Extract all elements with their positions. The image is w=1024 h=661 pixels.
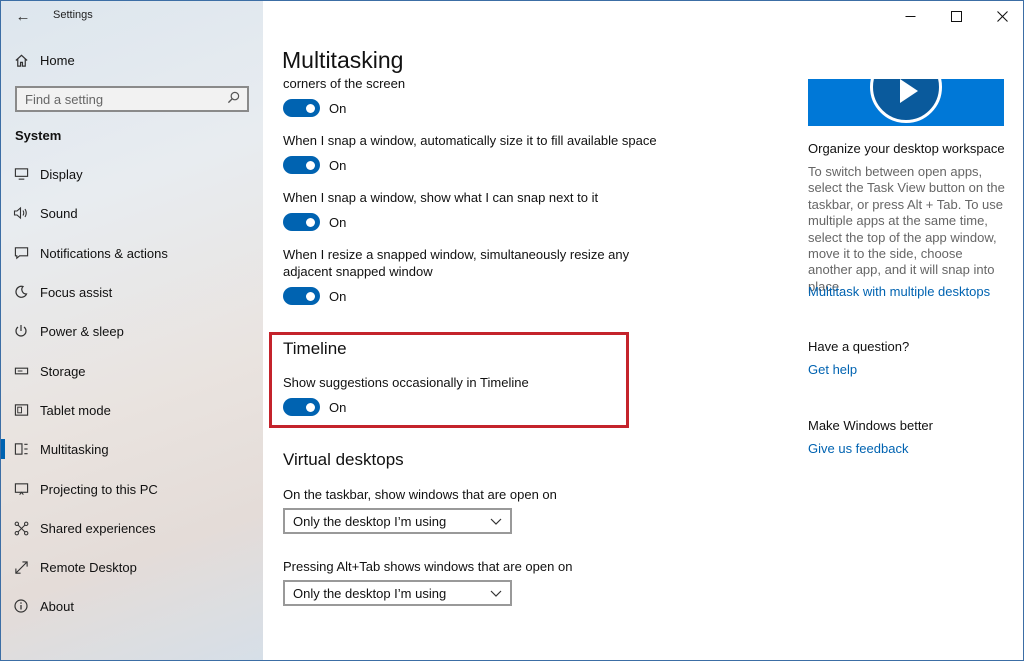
timeline-toggle-row: On [283, 397, 346, 417]
back-arrow-icon: ← [15, 7, 31, 25]
sidebar-item-label: Power & sleep [40, 323, 124, 339]
chevron-down-icon [490, 518, 502, 525]
play-icon [900, 79, 918, 103]
snap-toggle-row-2: On [283, 155, 346, 175]
sidebar-item-display[interactable]: Display [1, 156, 263, 192]
back-button[interactable]: ← [9, 5, 37, 27]
toggle-state-label: On [329, 288, 347, 304]
get-help-link[interactable]: Get help [808, 362, 857, 377]
sidebar-item-shared-experiences[interactable]: Shared experiences [1, 510, 263, 546]
toggle-switch[interactable] [283, 398, 320, 416]
toggle-switch[interactable] [283, 156, 320, 174]
nav-home[interactable]: Home [1, 42, 263, 78]
snap-setting-label: When I snap a window, show what I can sn… [283, 190, 599, 205]
search-icon[interactable] [227, 91, 241, 105]
sidebar-item-label: Remote Desktop [40, 559, 137, 575]
sound-icon [13, 205, 29, 221]
notifications-icon [13, 245, 29, 261]
maximize-icon [950, 10, 962, 22]
storage-icon [13, 363, 29, 379]
app-title: Settings [53, 9, 93, 21]
remote-desktop-icon [13, 559, 29, 575]
sidebar-item-label: About [40, 598, 74, 614]
tablet-icon [13, 402, 29, 418]
workspace-description: To switch between open apps, select the … [808, 164, 1005, 294]
shared-icon [13, 520, 29, 536]
toggle-switch[interactable] [283, 99, 320, 117]
display-icon [13, 166, 29, 182]
sidebar-item-label: Sound [40, 205, 78, 221]
minimize-button[interactable] [887, 1, 933, 31]
sidebar-item-notifications[interactable]: Notifications & actions [1, 235, 263, 271]
window-controls [887, 1, 1023, 31]
taskbar-setting-label: On the taskbar, show windows that are op… [283, 487, 557, 502]
sidebar-item-projecting[interactable]: Projecting to this PC [1, 471, 263, 507]
sidebar-item-label: Focus assist [40, 284, 113, 300]
snap-partial-text: corners of the screen [283, 76, 406, 91]
search-input[interactable] [25, 91, 225, 107]
sidebar-item-label: Tablet mode [40, 402, 111, 418]
dropdown-value: Only the desktop I’m using [293, 585, 447, 601]
close-button[interactable] [979, 1, 1023, 31]
group-title-system: System [15, 128, 62, 143]
titlebar-left: ← Settings [1, 1, 263, 31]
power-icon [13, 323, 29, 339]
sidebar-item-storage[interactable]: Storage [1, 353, 263, 389]
main-content: Multitasking corners of the screen On Wh… [263, 1, 1023, 660]
multitask-link[interactable]: Multitask with multiple desktops [808, 284, 990, 299]
info-icon [13, 598, 29, 614]
sidebar-item-label: Storage [40, 363, 86, 379]
taskbar-dropdown[interactable]: Only the desktop I’m using [283, 508, 512, 534]
toggle-state-label: On [329, 399, 347, 415]
toggle-state-label: On [329, 214, 347, 230]
sidebar-item-focus-assist[interactable]: Focus assist [1, 274, 263, 310]
sidebar-item-sound[interactable]: Sound [1, 195, 263, 231]
alttab-dropdown[interactable]: Only the desktop I’m using [283, 580, 512, 606]
snap-toggle-row-1: On [283, 98, 346, 118]
timeline-title: Timeline [283, 339, 347, 358]
sidebar-item-label: Shared experiences [40, 520, 156, 536]
toggle-state-label: On [329, 157, 347, 173]
sidebar-item-label: Multitasking [40, 441, 109, 457]
snap-setting-label: When I snap a window, automatically size… [283, 133, 657, 148]
snap-toggle-row-4: On [283, 286, 346, 306]
snap-setting-label-line2: adjacent snapped window [283, 264, 433, 279]
snap-setting-label-line1: When I resize a snapped window, simultan… [283, 247, 630, 262]
sidebar-item-remote-desktop[interactable]: Remote Desktop [1, 549, 263, 585]
sidebar-item-label: Display [40, 166, 83, 182]
snap-toggle-row-3: On [283, 212, 346, 232]
toggle-state-label: On [329, 100, 347, 116]
sidebar-item-label: Notifications & actions [40, 245, 168, 261]
settings-window: ← Settings Home System Display [0, 0, 1024, 661]
toggle-switch[interactable] [283, 213, 320, 231]
close-icon [996, 10, 1008, 22]
page-title: Multitasking [282, 47, 404, 73]
sidebar: ← Settings Home System Display [1, 1, 263, 660]
video-thumbnail[interactable] [808, 79, 1004, 126]
search-box[interactable] [15, 86, 249, 112]
multitasking-icon [13, 441, 29, 457]
maximize-button[interactable] [933, 1, 979, 31]
sidebar-item-power-sleep[interactable]: Power & sleep [1, 313, 263, 349]
projecting-icon [13, 481, 29, 497]
question-heading: Have a question? [808, 339, 910, 354]
feedback-link[interactable]: Give us feedback [808, 441, 908, 456]
workspace-heading: Organize your desktop workspace [808, 141, 1005, 156]
timeline-setting-label: Show suggestions occasionally in Timelin… [283, 375, 529, 390]
alttab-setting-label: Pressing Alt+Tab shows windows that are … [283, 559, 573, 574]
sidebar-item-about[interactable]: About [1, 588, 263, 624]
virtual-desktops-title: Virtual desktops [283, 450, 404, 469]
toggle-switch[interactable] [283, 287, 320, 305]
nav-home-label: Home [40, 52, 75, 68]
home-icon [13, 52, 29, 68]
sidebar-item-label: Projecting to this PC [40, 481, 158, 497]
dropdown-value: Only the desktop I’m using [293, 513, 447, 529]
chevron-down-icon [490, 590, 502, 597]
minimize-icon [905, 15, 915, 17]
focus-assist-icon [13, 284, 29, 300]
sidebar-item-tablet-mode[interactable]: Tablet mode [1, 392, 263, 428]
feedback-heading: Make Windows better [808, 418, 933, 433]
sidebar-item-multitasking[interactable]: Multitasking [1, 431, 263, 467]
